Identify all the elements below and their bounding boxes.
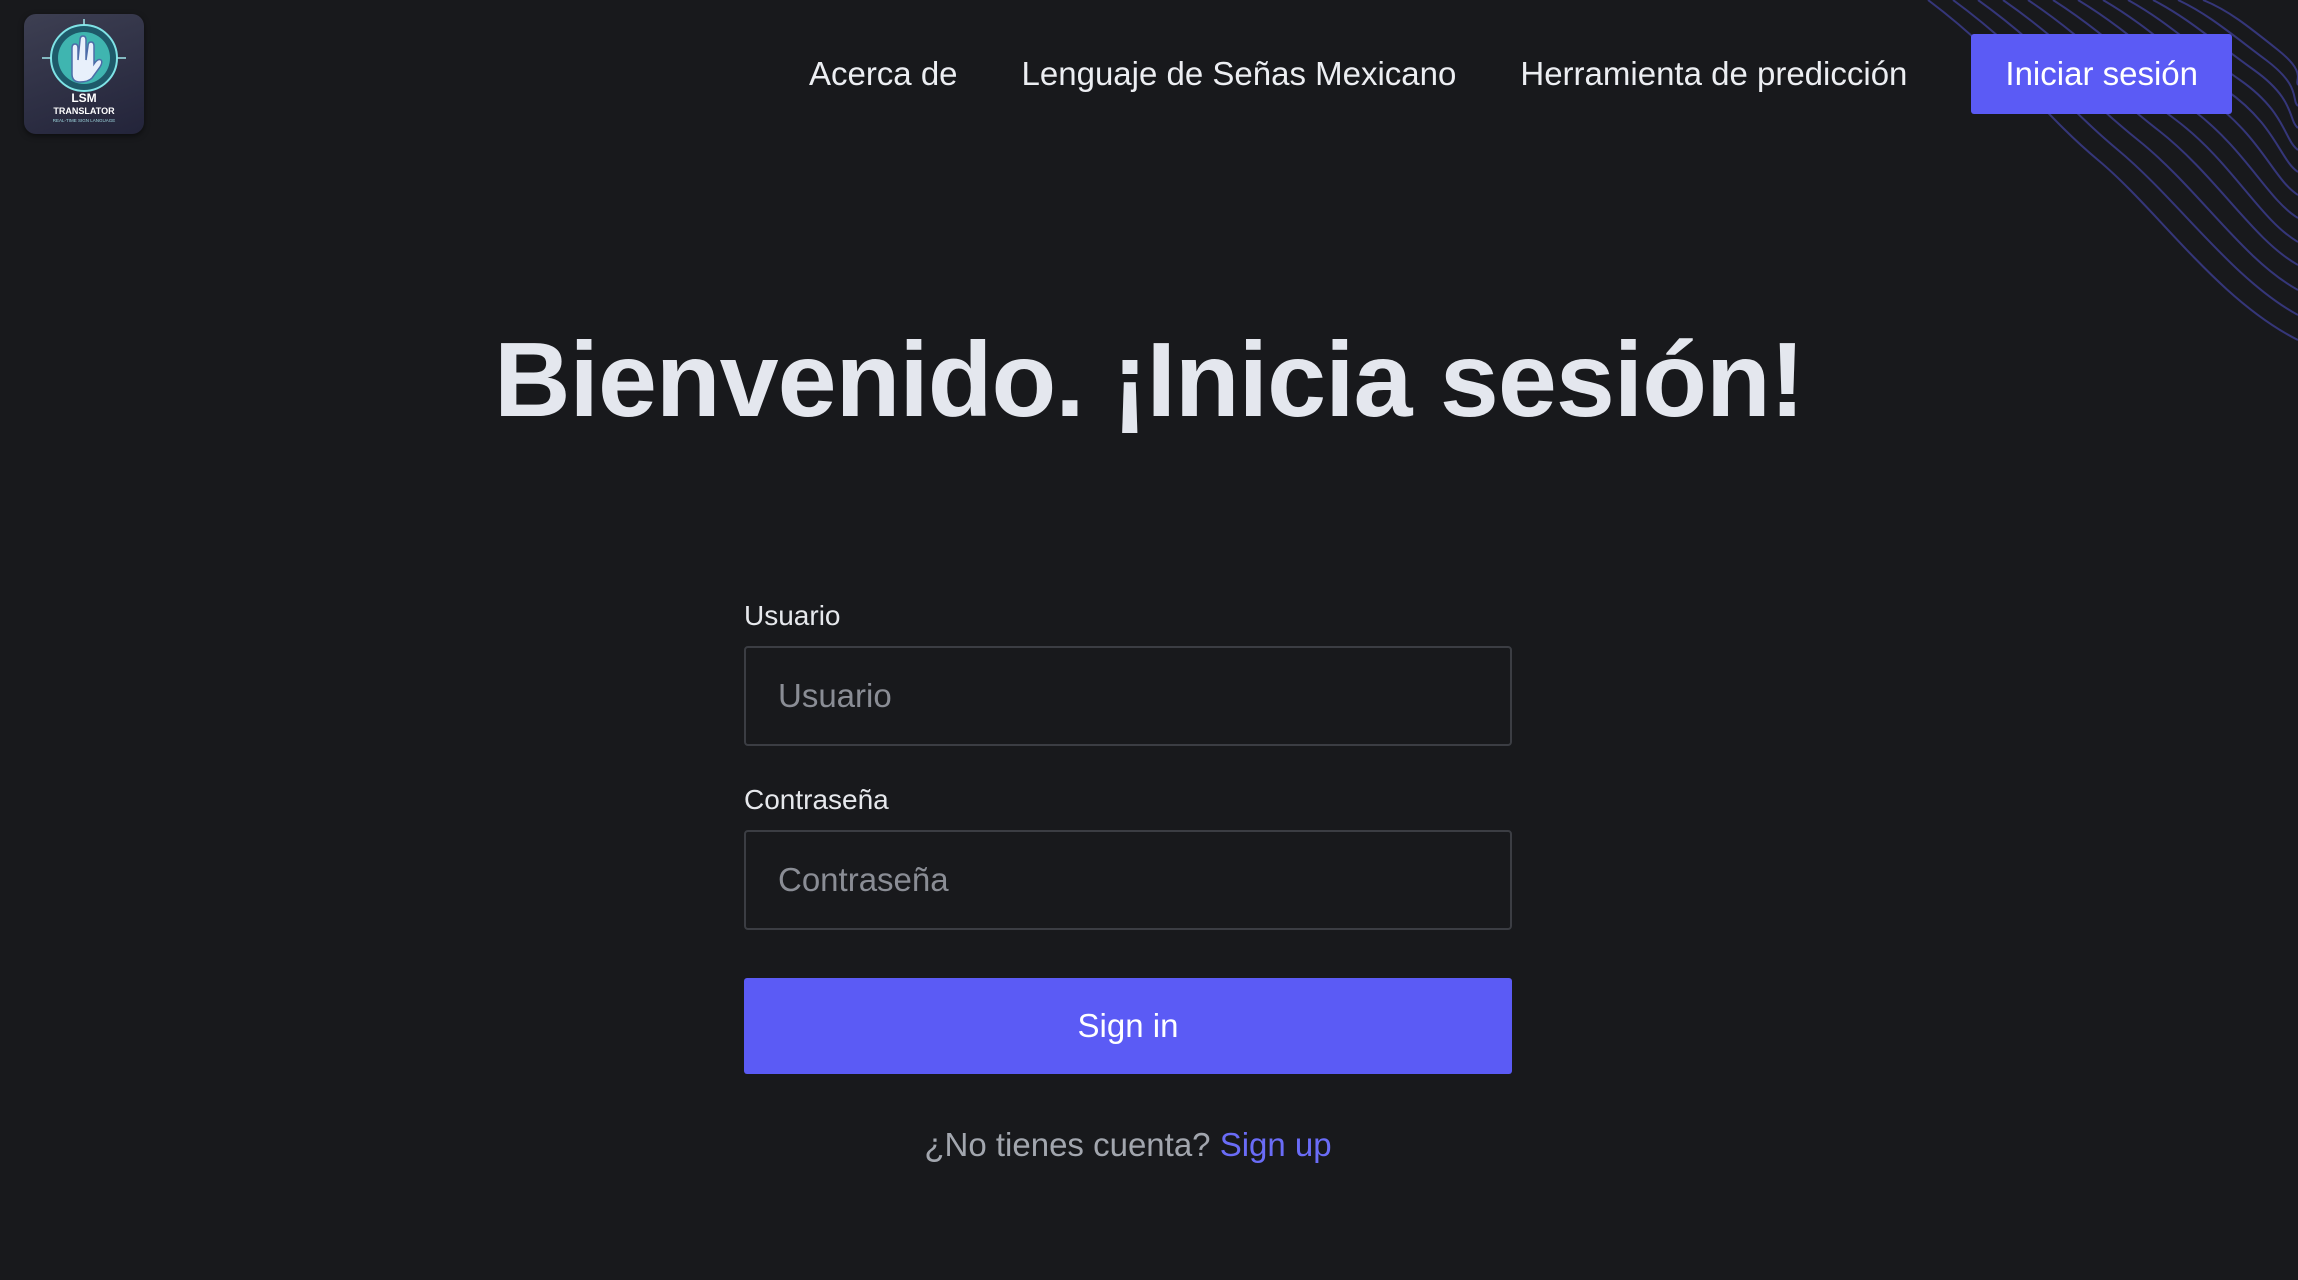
password-label: Contraseña bbox=[744, 784, 889, 815]
sign-in-button[interactable]: Sign in bbox=[744, 978, 1512, 1074]
top-navigation: Acerca de Lenguaje de Señas Mexicano Her… bbox=[809, 34, 2232, 114]
signup-prompt-text: ¿No tienes cuenta? bbox=[924, 1126, 1220, 1163]
sign-up-link[interactable]: Sign up bbox=[1220, 1126, 1332, 1163]
login-nav-button[interactable]: Iniciar sesión bbox=[1971, 34, 2232, 114]
nav-link-prediction-tool[interactable]: Herramienta de predicción bbox=[1520, 55, 1907, 93]
username-group: Usuario bbox=[744, 600, 1512, 746]
app-logo[interactable]: LSM TRANSLATOR REAL-TIME SIGN LANGUAGE bbox=[24, 14, 144, 134]
login-form: Usuario Contraseña Sign in ¿No tienes cu… bbox=[744, 600, 1512, 1164]
logo-tagline: REAL-TIME SIGN LANGUAGE bbox=[53, 118, 116, 123]
username-label: Usuario bbox=[744, 600, 841, 631]
sign-language-hand-icon: LSM TRANSLATOR REAL-TIME SIGN LANGUAGE bbox=[42, 19, 126, 123]
nav-link-about[interactable]: Acerca de bbox=[809, 55, 958, 93]
logo-subtitle: TRANSLATOR bbox=[53, 106, 115, 116]
password-group: Contraseña bbox=[744, 784, 1512, 930]
signup-prompt: ¿No tienes cuenta? Sign up bbox=[744, 1126, 1512, 1164]
password-input[interactable] bbox=[744, 830, 1512, 930]
page-title: Bienvenido. ¡Inicia sesión! bbox=[493, 321, 1805, 439]
logo-title: LSM bbox=[71, 91, 96, 105]
username-input[interactable] bbox=[744, 646, 1512, 746]
nav-link-mexican-sign-language[interactable]: Lenguaje de Señas Mexicano bbox=[1022, 55, 1457, 93]
